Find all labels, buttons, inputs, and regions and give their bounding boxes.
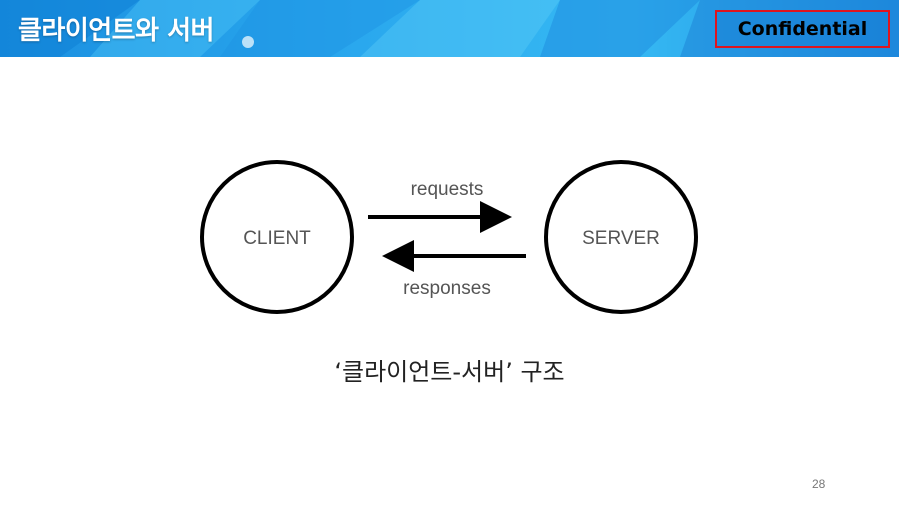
response-label: responses <box>403 278 491 299</box>
server-label: SERVER <box>582 228 660 249</box>
diagram-caption: ‘클라이언트-서버’ 구조 <box>334 358 565 386</box>
page-number: 28 <box>812 477 826 491</box>
client-label: CLIENT <box>243 228 311 249</box>
client-server-diagram: CLIENT SERVER requests responses <box>200 160 698 314</box>
request-label: requests <box>411 179 484 200</box>
